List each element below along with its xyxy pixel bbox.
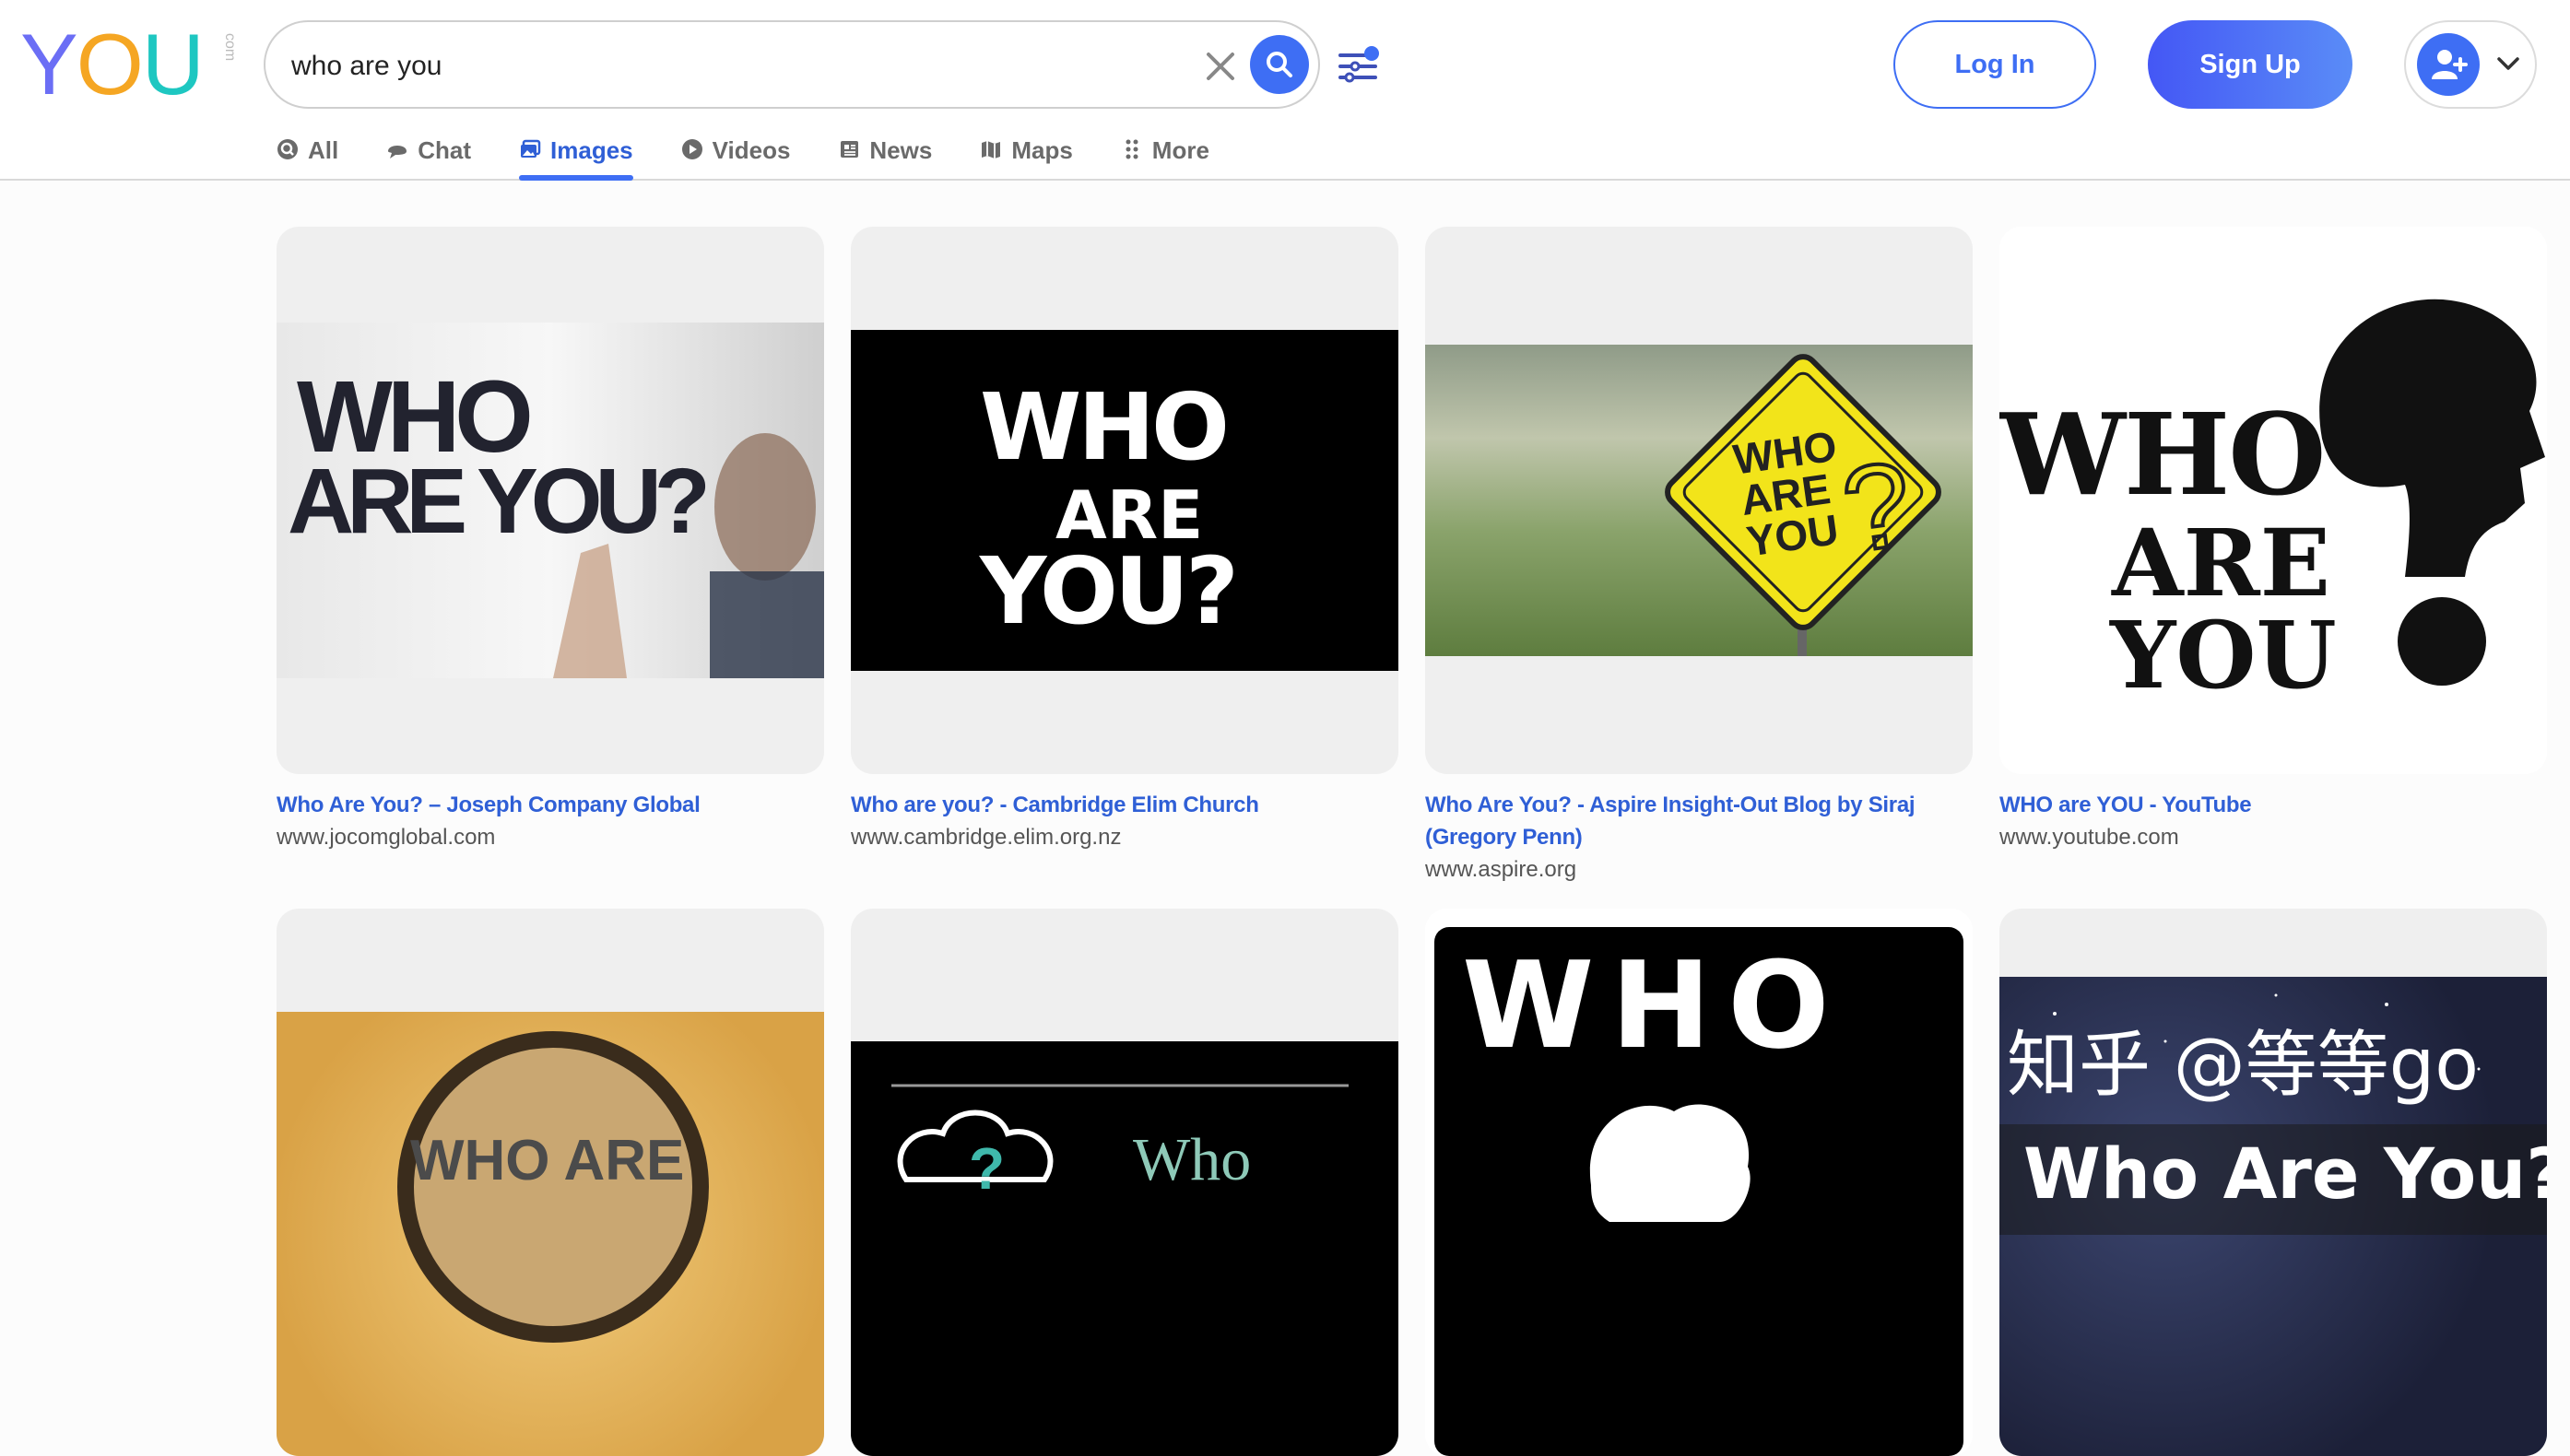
filter-settings-icon[interactable] [1338,44,1383,87]
tab-chat[interactable]: Chat [386,127,471,181]
image-result-thumbnail[interactable]: WHO ARE YOU? [277,227,824,774]
logo-letter-y: Y [20,16,78,112]
signup-button[interactable]: Sign Up [2148,20,2352,109]
result-image: 知乎 @等等go Who Are You? [1999,977,2547,1456]
login-button[interactable]: Log In [1893,20,2096,109]
tab-label: All [308,136,339,164]
tab-label: News [869,136,933,164]
svg-text:WHO: WHO [1999,388,2325,521]
image-result-thumbnail[interactable]: WHO ARE YOU ? [1425,227,1973,774]
image-result-thumbnail[interactable]: WHO [1425,909,1973,1456]
image-result-card: WHO ARE YOU? Who Are You? – Joseph Compa… [277,227,824,853]
svg-text:?: ? [969,1135,1005,1202]
tab-label: Videos [712,136,791,164]
tab-more[interactable]: More [1121,127,1209,181]
image-result-card: WHO ARE YOU ? Who Are You? - Aspire Insi… [1425,227,1973,886]
you-logo[interactable]: YOU com [20,16,238,112]
result-title-link[interactable]: Who Are You? - Aspire Insight-Out Blog b… [1425,789,1973,853]
chat-icon [388,146,407,159]
tab-images[interactable]: Images [519,127,633,181]
tab-label: Chat [418,136,472,164]
play-icon [681,139,702,159]
search-button[interactable] [1250,35,1309,94]
image-result-thumbnail[interactable]: WHO ARE YOU [1999,227,2547,774]
image-result-thumbnail[interactable]: ? Who [851,909,1398,1456]
image-result-thumbnail[interactable]: WHO ARE YOU? [851,227,1398,774]
add-user-icon [2432,50,2468,79]
logo-letter-o: O [76,16,144,112]
result-source: www.aspire.org [1425,857,1577,882]
result-image: WHO ARE YOU? [277,323,824,678]
tab-videos[interactable]: Videos [681,127,791,181]
svg-text:Who: Who [1133,1126,1251,1193]
svg-text:WHO: WHO [980,373,1226,481]
svg-text:Who Are You?: Who Are You? [2023,1133,2547,1215]
tab-news[interactable]: News [838,127,932,181]
result-source: www.jocomglobal.com [277,825,496,850]
svg-text:知乎 @等等go: 知乎 @等等go [2007,1024,2479,1107]
image-result-thumbnail[interactable]: WHO ARE [277,909,824,1456]
svg-text:WHO: WHO [1462,935,1846,1075]
image-result-card: WHO [1425,909,1973,1456]
logo-letter-u: U [141,16,205,112]
image-result-thumbnail[interactable]: 知乎 @等等go Who Are You? [1999,909,2547,1456]
svg-text:YOU?: YOU? [979,537,1235,645]
all-icon [277,139,298,159]
svg-text:ARE YOU?: ARE YOU? [288,450,706,553]
dots-grid-icon [1126,139,1138,159]
newspaper-icon [841,141,859,158]
image-result-card: WHO ARE YOU? Who are you? - Cambridge El… [851,227,1398,853]
result-image: WHO [1425,909,1973,1456]
search-input[interactable] [291,41,1176,92]
tab-all[interactable]: All [277,127,338,181]
search-icon [1267,52,1292,77]
search-bar [264,20,1320,109]
account-menu-button[interactable] [2404,20,2537,109]
images-icon [521,139,541,158]
close-icon [1207,53,1234,80]
result-title-link[interactable]: WHO are YOU - YouTube [1999,789,2547,821]
image-result-card: WHO ARE YOU WHO are YOU - YouTube www.yo… [1999,227,2547,853]
top-header: YOU com Log In Sign Up All Chat [0,0,2570,181]
result-image: WHO ARE YOU [1999,227,2547,774]
tab-label: Images [550,136,633,164]
tab-maps[interactable]: Maps [980,127,1073,181]
result-image: WHO ARE YOU? [851,330,1398,671]
result-title-link[interactable]: Who Are You? – Joseph Company Global [277,789,824,821]
clear-search-button[interactable] [1197,42,1244,90]
image-result-card: 知乎 @等等go Who Are You? [1999,909,2547,1456]
search-tabs: All Chat Images Videos News Maps More [277,127,1257,181]
svg-text:WHO ARE: WHO ARE [410,1129,684,1192]
tab-label: Maps [1011,136,1073,164]
result-image: WHO ARE YOU ? [1425,345,1973,656]
image-result-card: WHO ARE [277,909,824,1456]
tab-label: More [1151,136,1209,164]
result-image: WHO ARE [277,1012,824,1456]
map-icon [982,141,1001,159]
result-image: ? Who [851,1041,1398,1456]
result-title-link[interactable]: Who are you? - Cambridge Elim Church [851,789,1398,821]
svg-text:YOU: YOU [2109,601,2337,710]
logo-suffix: com [222,33,238,62]
result-source: www.cambridge.elim.org.nz [851,825,1122,850]
chevron-down-icon [2497,57,2519,70]
result-source: www.youtube.com [1999,825,2179,850]
image-result-card: ? Who [851,909,1398,1456]
avatar [2417,33,2480,96]
